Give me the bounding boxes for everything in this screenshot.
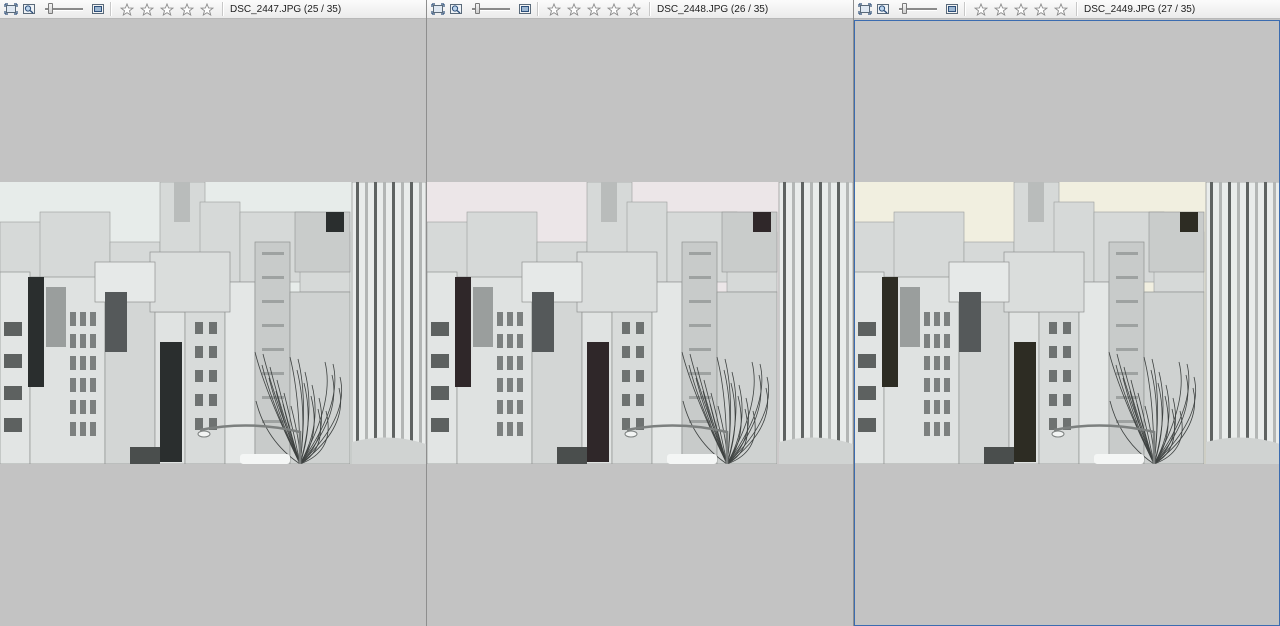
fit-to-window-icon[interactable] [431,3,445,15]
star-icon[interactable] [564,2,584,16]
image-viewport[interactable] [854,20,1280,626]
zoom-slider[interactable] [472,3,510,15]
star-icon[interactable] [157,2,177,16]
fit-to-window-icon[interactable] [4,3,18,15]
rating-stars [544,2,644,16]
rating-stars [971,2,1071,16]
compare-view: DSC_2447.JPG (25 / 35) DSC_2448.JPG (26 … [0,0,1280,626]
image-viewport[interactable] [427,20,853,626]
toolbar-separator [964,2,966,16]
fit-to-window-icon[interactable] [858,3,872,15]
photo [854,182,1280,464]
star-icon[interactable] [584,2,604,16]
star-icon[interactable] [624,2,644,16]
rating-stars [117,2,217,16]
zoom-slider-thumb[interactable] [902,3,908,14]
star-icon[interactable] [117,2,137,16]
pane-toolbar: DSC_2449.JPG (27 / 35) [854,0,1280,19]
photo [427,182,853,464]
toolbar-separator [110,2,112,16]
toolbar-separator [537,2,539,16]
star-icon[interactable] [604,2,624,16]
star-icon[interactable] [197,2,217,16]
star-icon[interactable] [544,2,564,16]
star-icon[interactable] [971,2,991,16]
fullscreen-icon[interactable] [91,3,105,15]
image-viewport[interactable] [0,20,426,626]
star-icon[interactable] [1051,2,1071,16]
image-pane-1[interactable]: DSC_2447.JPG (25 / 35) [0,0,426,626]
image-pane-3[interactable]: DSC_2449.JPG (27 / 35) [854,0,1280,626]
toolbar-separator [649,2,651,16]
star-icon[interactable] [1011,2,1031,16]
filename-label: DSC_2448.JPG (26 / 35) [657,3,769,15]
fullscreen-icon[interactable] [518,3,532,15]
zoom-slider-thumb[interactable] [475,3,481,14]
pane-toolbar: DSC_2447.JPG (25 / 35) [0,0,426,19]
toolbar-separator [222,2,224,16]
star-icon[interactable] [991,2,1011,16]
zoom-icon[interactable] [449,3,463,15]
star-icon[interactable] [1031,2,1051,16]
zoom-slider[interactable] [899,3,937,15]
zoom-icon[interactable] [876,3,890,15]
image-pane-2[interactable]: DSC_2448.JPG (26 / 35) [427,0,853,626]
star-icon[interactable] [177,2,197,16]
fullscreen-icon[interactable] [945,3,959,15]
zoom-icon[interactable] [22,3,36,15]
filename-label: DSC_2447.JPG (25 / 35) [230,3,342,15]
photo [0,182,426,464]
zoom-slider[interactable] [45,3,83,15]
pane-toolbar: DSC_2448.JPG (26 / 35) [427,0,853,19]
zoom-slider-thumb[interactable] [48,3,54,14]
filename-label: DSC_2449.JPG (27 / 35) [1084,3,1196,15]
star-icon[interactable] [137,2,157,16]
toolbar-separator [1076,2,1078,16]
